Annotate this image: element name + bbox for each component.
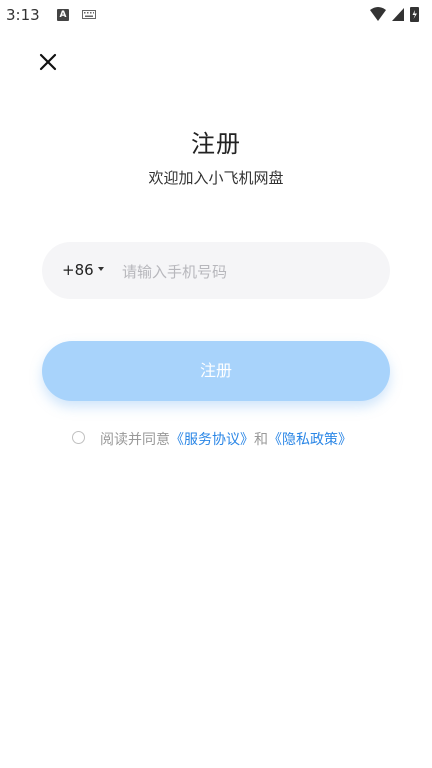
agreement-text: 阅读并同意《服务协议》和《隐私政策》 (100, 429, 352, 449)
chevron-down-icon (97, 266, 104, 271)
agreement-prefix: 阅读并同意 (100, 432, 170, 448)
service-agreement-link[interactable]: 《服务协议》 (170, 432, 254, 448)
wifi-icon (370, 7, 386, 21)
accessibility-icon: A (57, 9, 69, 21)
country-code-label: +86 (62, 261, 94, 279)
signal-icon (392, 8, 404, 21)
status-bar: 3:13 A (0, 0, 432, 30)
keyboard-icon (82, 10, 96, 19)
close-icon[interactable] (34, 48, 62, 76)
agreement-conjunction: 和 (254, 432, 268, 448)
page-title: 注册 (191, 130, 241, 158)
page-subtitle: 欢迎加入小飞机网盘 (148, 169, 284, 187)
agreement-row: 阅读并同意《服务协议》和《隐私政策》 (72, 428, 392, 450)
phone-input[interactable] (120, 242, 374, 301)
agree-radio[interactable] (72, 431, 85, 444)
privacy-policy-link[interactable]: 《隐私政策》 (268, 432, 352, 448)
register-button[interactable]: 注册 (42, 341, 390, 401)
status-icons (370, 7, 419, 22)
country-code-selector[interactable]: +86 (62, 242, 104, 299)
status-time: 3:13 (6, 6, 40, 24)
phone-field: +86 (42, 242, 390, 301)
